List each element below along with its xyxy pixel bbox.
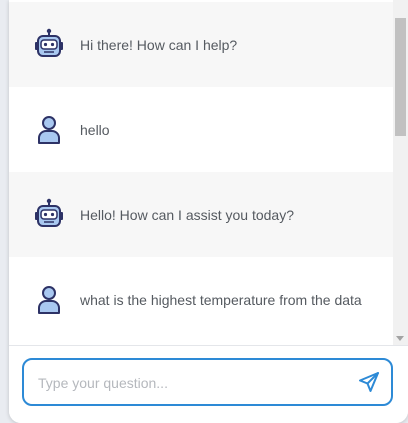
user-icon <box>31 112 67 148</box>
message-bot: Hello! How can I assist you today? <box>9 172 393 257</box>
message-list[interactable]: Hi there! How can I help? hello Hello! H… <box>9 0 393 345</box>
question-input-box[interactable] <box>22 358 393 406</box>
scrollbar[interactable] <box>393 0 408 345</box>
message-bot: Hi there! How can I help? <box>9 2 393 87</box>
composer <box>9 345 408 423</box>
message-text: Hi there! How can I help? <box>80 36 238 53</box>
message-user: hello <box>9 87 393 172</box>
send-icon[interactable] <box>357 370 381 394</box>
question-input[interactable] <box>36 360 350 406</box>
scroll-down-arrow[interactable] <box>396 336 404 341</box>
robot-icon <box>31 197 67 233</box>
message-text: what is the highest temperature from the… <box>80 291 362 308</box>
user-icon <box>31 282 67 318</box>
scrollbar-thumb[interactable] <box>395 18 406 136</box>
message-text: hello <box>80 121 110 138</box>
robot-icon <box>31 27 67 63</box>
message-text: Hello! How can I assist you today? <box>80 206 294 223</box>
chat-panel: Hi there! How can I help? hello Hello! H… <box>9 0 408 423</box>
message-user: what is the highest temperature from the… <box>9 257 393 342</box>
